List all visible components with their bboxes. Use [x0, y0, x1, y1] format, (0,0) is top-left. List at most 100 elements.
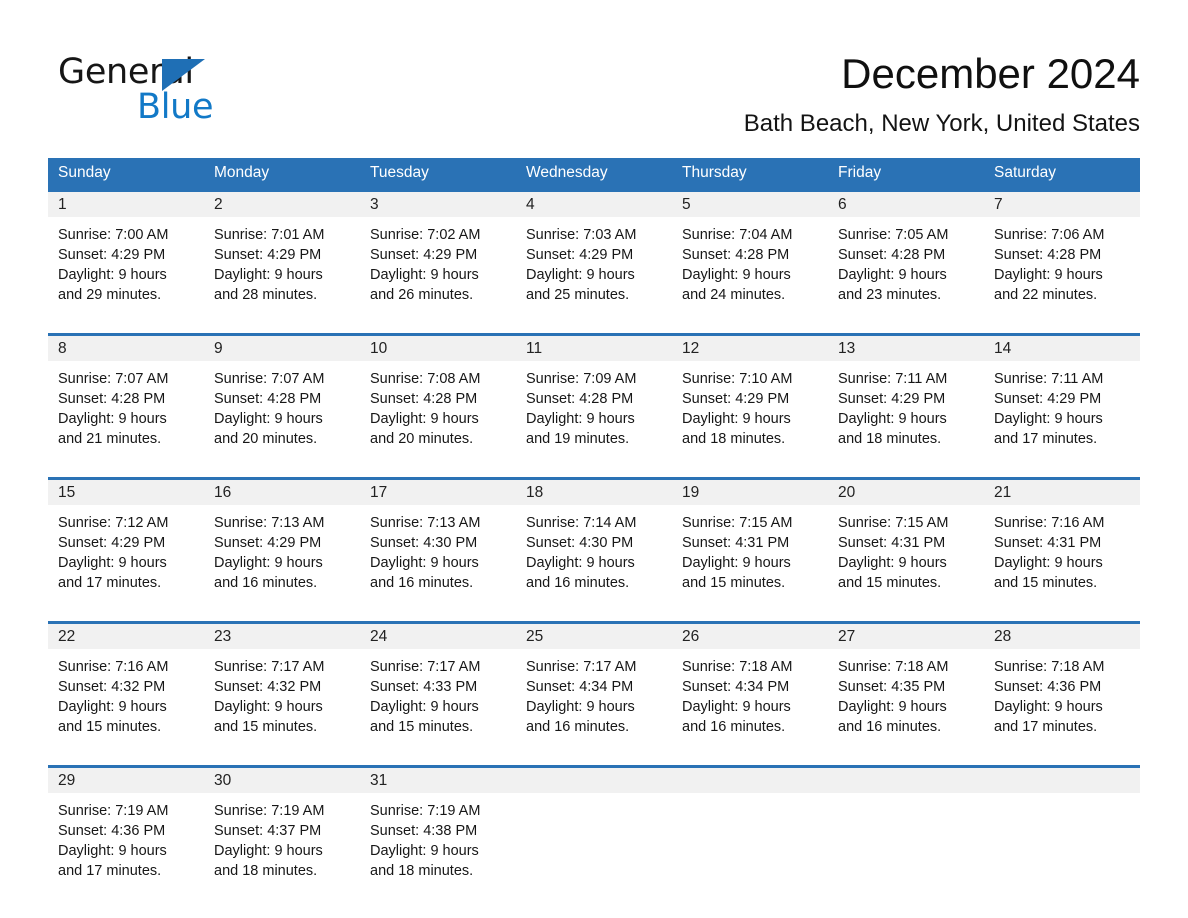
calendar-day-cell[interactable]: 9 Sunrise: 7:07 AM Sunset: 4:28 PM Daylight…: [204, 335, 360, 469]
daylight-duration-line-1: Daylight: 9 hours: [994, 555, 1103, 571]
general-blue-logo[interactable]: General Blue: [58, 52, 288, 136]
calendar-day-cell[interactable]: 31 Sunrise: 7:19 AM Sunset: 4:38 PM Dayligh…: [360, 767, 516, 901]
day-cell-inner: 16 Sunrise: 7:13 AM Sunset: 4:29 PM Dayligh…: [204, 480, 360, 612]
calendar-day-cell[interactable]: 26 Sunrise: 7:18 AM Sunset: 4:34 PM Dayligh…: [672, 623, 828, 757]
sunrise-time: Sunrise: 7:01 AM: [214, 227, 325, 243]
daylight-duration-line-2: and 16 minutes.: [838, 719, 942, 735]
sunset-time: Sunset: 4:28 PM: [58, 391, 166, 407]
daylight-duration-line-1: Daylight: 9 hours: [58, 555, 167, 571]
day-cell-inner: 18 Sunrise: 7:14 AM Sunset: 4:30 PM Dayligh…: [516, 480, 672, 612]
daylight-duration-line-2: and 15 minutes.: [58, 719, 162, 735]
sunrise-time: Sunrise: 7:19 AM: [58, 803, 169, 819]
daylight-duration-line-1: Daylight: 9 hours: [838, 555, 947, 571]
sunset-time: Sunset: 4:29 PM: [58, 247, 166, 263]
sunset-time: Sunset: 4:29 PM: [526, 247, 634, 263]
day-number: 16: [204, 480, 360, 505]
day-sun-info: Sunrise: 7:13 AM Sunset: 4:29 PM Daylight:…: [204, 505, 360, 593]
day-number: 6: [828, 192, 984, 217]
day-sun-info: Sunrise: 7:19 AM Sunset: 4:37 PM Daylight:…: [204, 793, 360, 881]
sunrise-time: Sunrise: 7:19 AM: [214, 803, 325, 819]
calendar-day-cell[interactable]: 18 Sunrise: 7:14 AM Sunset: 4:30 PM Dayligh…: [516, 479, 672, 613]
daylight-duration-line-2: and 16 minutes.: [526, 575, 630, 591]
day-sun-info: Sunrise: 7:15 AM Sunset: 4:31 PM Daylight:…: [672, 505, 828, 593]
calendar-day-cell[interactable]: 29 Sunrise: 7:19 AM Sunset: 4:36 PM Dayligh…: [48, 767, 204, 901]
calendar-day-cell[interactable]: 12 Sunrise: 7:10 AM Sunset: 4:29 PM Dayligh…: [672, 335, 828, 469]
calendar-day-cell[interactable]: 17 Sunrise: 7:13 AM Sunset: 4:30 PM Dayligh…: [360, 479, 516, 613]
sunrise-time: Sunrise: 7:18 AM: [838, 659, 949, 675]
calendar-day-cell[interactable]: 15 Sunrise: 7:12 AM Sunset: 4:29 PM Dayligh…: [48, 479, 204, 613]
sunrise-sunset-calendar: Sunday Monday Tuesday Wednesday Thursday…: [48, 158, 1140, 900]
day-number: 21: [984, 480, 1140, 505]
day-number: 27: [828, 624, 984, 649]
calendar-day-cell[interactable]: 6 Sunrise: 7:05 AM Sunset: 4:28 PM Daylight…: [828, 191, 984, 325]
calendar-day-cell[interactable]: 4 Sunrise: 7:03 AM Sunset: 4:29 PM Daylight…: [516, 191, 672, 325]
daylight-duration-line-1: Daylight: 9 hours: [58, 411, 167, 427]
sunset-time: Sunset: 4:31 PM: [682, 535, 790, 551]
day-cell-inner: 8 Sunrise: 7:07 AM Sunset: 4:28 PM Daylight…: [48, 336, 204, 468]
daylight-duration-line-1: Daylight: 9 hours: [994, 267, 1103, 283]
calendar-day-cell[interactable]: 22 Sunrise: 7:16 AM Sunset: 4:32 PM Dayligh…: [48, 623, 204, 757]
daylight-duration-line-2: and 15 minutes.: [838, 575, 942, 591]
calendar-day-cell[interactable]: 10 Sunrise: 7:08 AM Sunset: 4:28 PM Dayligh…: [360, 335, 516, 469]
sunset-time: Sunset: 4:28 PM: [994, 247, 1102, 263]
calendar-day-cell[interactable]: 7 Sunrise: 7:06 AM Sunset: 4:28 PM Daylight…: [984, 191, 1140, 325]
day-cell-inner: 19 Sunrise: 7:15 AM Sunset: 4:31 PM Dayligh…: [672, 480, 828, 612]
sunrise-time: Sunrise: 7:03 AM: [526, 227, 637, 243]
calendar-week-row: 8 Sunrise: 7:07 AM Sunset: 4:28 PM Daylight…: [48, 334, 1140, 469]
day-sun-info: Sunrise: 7:04 AM Sunset: 4:28 PM Daylight:…: [672, 217, 828, 305]
calendar-body: 1 Sunrise: 7:00 AM Sunset: 4:29 PM Daylight…: [48, 190, 1140, 901]
day-cell-inner: [672, 768, 828, 900]
day-number: 24: [360, 624, 516, 649]
calendar-day-cell[interactable]: 11 Sunrise: 7:09 AM Sunset: 4:28 PM Dayligh…: [516, 335, 672, 469]
daylight-duration-line-1: Daylight: 9 hours: [526, 411, 635, 427]
day-cell-inner: 3 Sunrise: 7:02 AM Sunset: 4:29 PM Daylight…: [360, 192, 516, 324]
sunrise-time: Sunrise: 7:08 AM: [370, 371, 481, 387]
calendar-day-cell[interactable]: 1 Sunrise: 7:00 AM Sunset: 4:29 PM Daylight…: [48, 191, 204, 325]
daylight-duration-line-2: and 17 minutes.: [58, 863, 162, 879]
daylight-duration-line-1: Daylight: 9 hours: [838, 411, 947, 427]
sunset-time: Sunset: 4:28 PM: [682, 247, 790, 263]
calendar-day-cell[interactable]: 13 Sunrise: 7:11 AM Sunset: 4:29 PM Dayligh…: [828, 335, 984, 469]
day-sun-info: Sunrise: 7:16 AM Sunset: 4:31 PM Daylight:…: [984, 505, 1140, 593]
day-number: 10: [360, 336, 516, 361]
calendar-day-cell[interactable]: 16 Sunrise: 7:13 AM Sunset: 4:29 PM Dayligh…: [204, 479, 360, 613]
daylight-duration-line-1: Daylight: 9 hours: [370, 411, 479, 427]
sunrise-time: Sunrise: 7:04 AM: [682, 227, 793, 243]
calendar-day-cell[interactable]: 19 Sunrise: 7:15 AM Sunset: 4:31 PM Dayligh…: [672, 479, 828, 613]
day-cell-inner: 31 Sunrise: 7:19 AM Sunset: 4:38 PM Dayligh…: [360, 768, 516, 900]
day-number: 12: [672, 336, 828, 361]
daylight-duration-line-1: Daylight: 9 hours: [526, 699, 635, 715]
day-sun-info: Sunrise: 7:17 AM Sunset: 4:33 PM Daylight:…: [360, 649, 516, 737]
calendar-day-cell[interactable]: 30 Sunrise: 7:19 AM Sunset: 4:37 PM Dayligh…: [204, 767, 360, 901]
calendar-day-cell[interactable]: 28 Sunrise: 7:18 AM Sunset: 4:36 PM Dayligh…: [984, 623, 1140, 757]
calendar-day-cell[interactable]: 5 Sunrise: 7:04 AM Sunset: 4:28 PM Daylight…: [672, 191, 828, 325]
calendar-day-cell: [984, 767, 1140, 901]
calendar-day-cell[interactable]: 14 Sunrise: 7:11 AM Sunset: 4:29 PM Dayligh…: [984, 335, 1140, 469]
calendar-day-cell[interactable]: 21 Sunrise: 7:16 AM Sunset: 4:31 PM Dayligh…: [984, 479, 1140, 613]
calendar-day-cell[interactable]: 8 Sunrise: 7:07 AM Sunset: 4:28 PM Daylight…: [48, 335, 204, 469]
day-cell-inner: [828, 768, 984, 900]
sunrise-time: Sunrise: 7:13 AM: [370, 515, 481, 531]
day-number: [984, 768, 1140, 793]
sunrise-time: Sunrise: 7:12 AM: [58, 515, 169, 531]
daylight-duration-line-2: and 28 minutes.: [214, 287, 318, 303]
day-number: 19: [672, 480, 828, 505]
day-sun-info: Sunrise: 7:13 AM Sunset: 4:30 PM Daylight:…: [360, 505, 516, 593]
week-row-spacer: [48, 324, 1140, 335]
calendar-day-cell[interactable]: 3 Sunrise: 7:02 AM Sunset: 4:29 PM Daylight…: [360, 191, 516, 325]
day-sun-info: Sunrise: 7:16 AM Sunset: 4:32 PM Daylight:…: [48, 649, 204, 737]
day-cell-inner: 15 Sunrise: 7:12 AM Sunset: 4:29 PM Dayligh…: [48, 480, 204, 612]
calendar-day-cell[interactable]: 24 Sunrise: 7:17 AM Sunset: 4:33 PM Dayligh…: [360, 623, 516, 757]
day-number: [516, 768, 672, 793]
day-sun-info: Sunrise: 7:18 AM Sunset: 4:34 PM Daylight:…: [672, 649, 828, 737]
calendar-day-cell[interactable]: 27 Sunrise: 7:18 AM Sunset: 4:35 PM Dayligh…: [828, 623, 984, 757]
daylight-duration-line-1: Daylight: 9 hours: [214, 699, 323, 715]
daylight-duration-line-2: and 29 minutes.: [58, 287, 162, 303]
calendar-day-cell[interactable]: 25 Sunrise: 7:17 AM Sunset: 4:34 PM Dayligh…: [516, 623, 672, 757]
calendar-day-cell[interactable]: 20 Sunrise: 7:15 AM Sunset: 4:31 PM Dayligh…: [828, 479, 984, 613]
day-number: 2: [204, 192, 360, 217]
day-number: 17: [360, 480, 516, 505]
calendar-day-cell[interactable]: 23 Sunrise: 7:17 AM Sunset: 4:32 PM Dayligh…: [204, 623, 360, 757]
day-cell-inner: 28 Sunrise: 7:18 AM Sunset: 4:36 PM Dayligh…: [984, 624, 1140, 756]
calendar-day-cell[interactable]: 2 Sunrise: 7:01 AM Sunset: 4:29 PM Daylight…: [204, 191, 360, 325]
